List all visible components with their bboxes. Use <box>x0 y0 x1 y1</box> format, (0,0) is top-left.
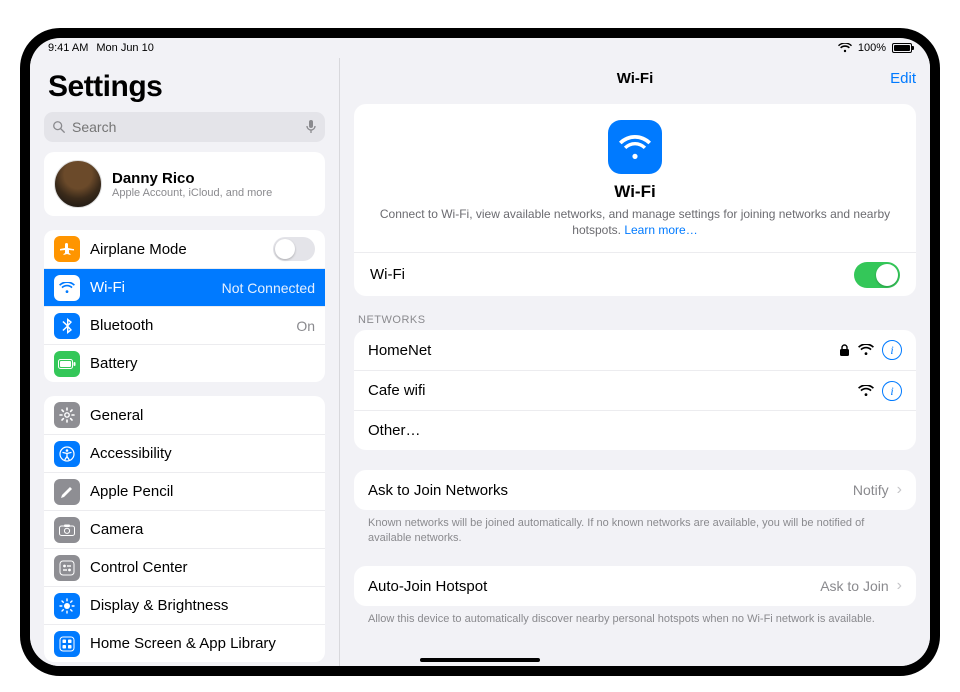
profile-subtitle: Apple Account, iCloud, and more <box>112 187 272 199</box>
sidebar-item-battery[interactable]: Battery <box>44 344 325 382</box>
edit-button[interactable]: Edit <box>890 70 916 87</box>
sidebar-item-label: Battery <box>90 355 315 372</box>
sidebar-item-camera[interactable]: Camera <box>44 510 325 548</box>
auto-hotspot-label: Auto-Join Hotspot <box>368 578 487 595</box>
hero-title: Wi-Fi <box>370 182 900 202</box>
wifi-status-icon <box>838 43 852 53</box>
sidebar-title: Settings <box>30 64 339 112</box>
sidebar-item-label: Bluetooth <box>90 317 286 334</box>
wifi-master-toggle-row: Wi-Fi <box>354 252 916 296</box>
pencil-icon <box>54 479 80 505</box>
sidebar-item-label: Accessibility <box>90 445 315 462</box>
sidebar-item-label: Display & Brightness <box>90 597 315 614</box>
ask-join-card: Ask to Join Networks Notify › <box>354 470 916 510</box>
sidebar-item-pencil[interactable]: Apple Pencil <box>44 472 325 510</box>
auto-hotspot-value: Ask to Join <box>820 578 888 594</box>
sidebar-item-label: Airplane Mode <box>90 241 263 258</box>
status-time: 9:41 AM <box>48 42 88 54</box>
sidebar-item-label: Home Screen & App Library <box>90 635 315 652</box>
chevron-right-icon: › <box>897 481 902 499</box>
ask-join-note: Known networks will be joined automatica… <box>354 510 916 546</box>
hero-description: Connect to Wi-Fi, view available network… <box>370 206 900 238</box>
wifi-toggle-label: Wi-Fi <box>370 266 405 283</box>
lock-icon <box>839 344 850 357</box>
networks-list: HomeNet i Cafe <box>354 330 916 450</box>
display-brightness-icon <box>54 593 80 619</box>
control-center-icon <box>54 555 80 581</box>
mic-icon[interactable] <box>305 119 317 135</box>
search-icon <box>52 120 66 134</box>
accessibility-icon <box>54 441 80 467</box>
camera-icon <box>54 517 80 543</box>
home-indicator[interactable] <box>420 658 540 662</box>
ask-join-row[interactable]: Ask to Join Networks Notify › <box>354 470 916 510</box>
content-navbar: Wi-Fi Edit <box>340 58 930 98</box>
network-row[interactable]: HomeNet i <box>354 330 916 370</box>
sidebar-item-display[interactable]: Display & Brightness <box>44 586 325 624</box>
ask-join-label: Ask to Join Networks <box>368 482 508 499</box>
airplane-toggle[interactable] <box>273 237 315 261</box>
sidebar-item-label: General <box>90 407 315 424</box>
wifi-icon <box>54 275 80 301</box>
wifi-hero-card: Wi-Fi Connect to Wi-Fi, view available n… <box>354 104 916 296</box>
sidebar-item-control-center[interactable]: Control Center <box>44 548 325 586</box>
status-bar: 9:41 AM Mon Jun 10 100% <box>30 38 930 58</box>
auto-hotspot-card: Auto-Join Hotspot Ask to Join › <box>354 566 916 606</box>
sidebar-item-value: Not Connected <box>222 280 315 296</box>
nav-title: Wi-Fi <box>617 70 654 87</box>
auto-hotspot-row[interactable]: Auto-Join Hotspot Ask to Join › <box>354 566 916 606</box>
search-input[interactable] <box>72 119 299 135</box>
sidebar-item-value: On <box>296 318 315 334</box>
network-other-row[interactable]: Other… <box>354 410 916 450</box>
search-field[interactable] <box>44 112 325 142</box>
sidebar-item-label: Camera <box>90 521 315 538</box>
wifi-signal-icon <box>858 385 874 397</box>
gear-icon <box>54 402 80 428</box>
sidebar-group-connectivity: Airplane Mode Wi-Fi Not Connected <box>44 230 325 382</box>
bluetooth-icon <box>54 313 80 339</box>
sidebar-item-airplane[interactable]: Airplane Mode <box>44 230 325 268</box>
networks-header: Networks <box>358 314 912 326</box>
sidebar-item-general[interactable]: General <box>44 396 325 434</box>
profile-name: Danny Rico <box>112 170 272 187</box>
network-row[interactable]: Cafe wifi i <box>354 370 916 410</box>
battery-icon <box>892 43 912 53</box>
battery-settings-icon <box>54 351 80 377</box>
network-other-label: Other… <box>368 422 421 439</box>
info-button[interactable]: i <box>882 381 902 401</box>
sidebar-group-system: General Accessibility Appl <box>44 396 325 662</box>
sidebar-item-label: Control Center <box>90 559 315 576</box>
avatar <box>54 160 102 208</box>
settings-sidebar: Settings Danny Rico <box>30 58 340 666</box>
network-name: Cafe wifi <box>368 382 426 399</box>
airplane-icon <box>54 236 80 262</box>
status-date: Mon Jun 10 <box>96 42 153 54</box>
ask-join-value: Notify <box>853 482 889 498</box>
sidebar-item-bluetooth[interactable]: Bluetooth On <box>44 306 325 344</box>
battery-percent: 100% <box>858 42 886 54</box>
wifi-hero-icon <box>608 120 662 174</box>
sidebar-item-home-screen[interactable]: Home Screen & App Library <box>44 624 325 662</box>
chevron-right-icon: › <box>897 577 902 595</box>
learn-more-link[interactable]: Learn more… <box>624 223 697 237</box>
wifi-master-toggle[interactable] <box>854 262 900 288</box>
home-screen-icon <box>54 631 80 657</box>
profile-row[interactable]: Danny Rico Apple Account, iCloud, and mo… <box>44 152 325 216</box>
sidebar-item-label: Wi-Fi <box>90 279 212 296</box>
wifi-signal-icon <box>858 344 874 356</box>
info-button[interactable]: i <box>882 340 902 360</box>
content-pane: Wi-Fi Edit Wi-Fi Connect to Wi-Fi, view … <box>340 58 930 666</box>
sidebar-item-wifi[interactable]: Wi-Fi Not Connected <box>44 268 325 306</box>
auto-hotspot-note: Allow this device to automatically disco… <box>354 606 916 627</box>
sidebar-item-accessibility[interactable]: Accessibility <box>44 434 325 472</box>
network-name: HomeNet <box>368 342 431 359</box>
sidebar-item-label: Apple Pencil <box>90 483 315 500</box>
